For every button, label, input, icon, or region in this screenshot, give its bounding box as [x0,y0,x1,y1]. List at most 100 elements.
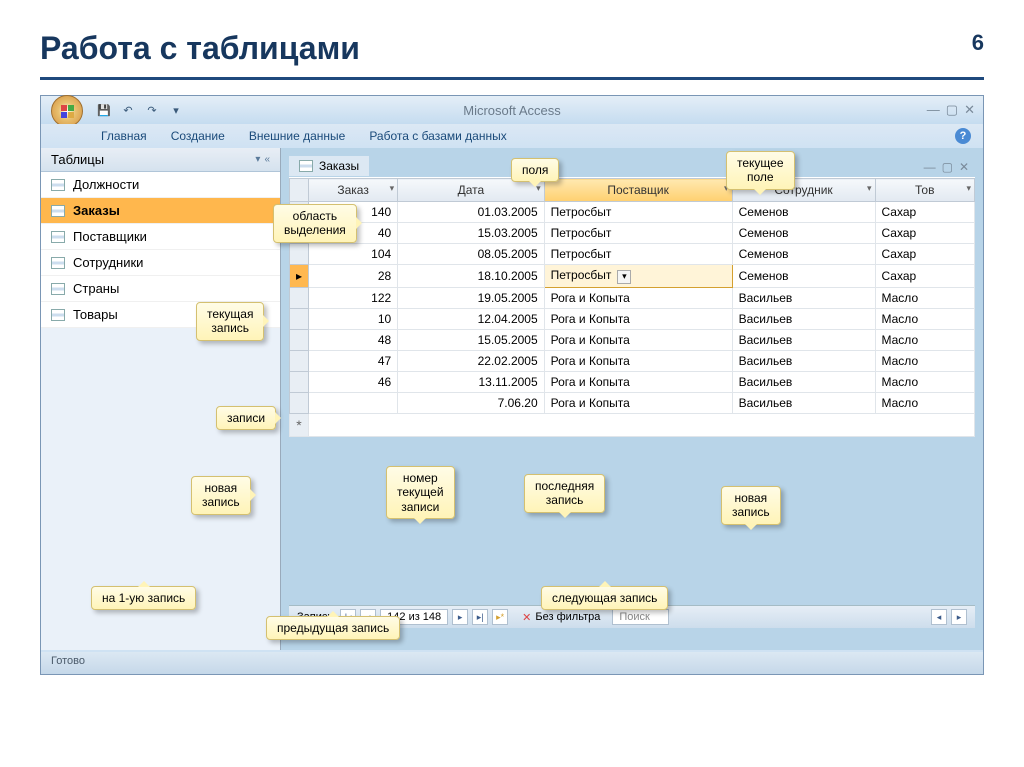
redo-icon[interactable]: ↷ [143,101,161,119]
scroll-left-icon[interactable]: ◂ [931,609,947,625]
cell[interactable]: 08.05.2005 [398,244,544,265]
cell[interactable]: Семенов [732,244,875,265]
row-selector[interactable] [290,287,309,308]
cell[interactable]: 46 [309,371,398,392]
table-row[interactable]: 4815.05.2005Рога и КопытаВасильевМасло [290,329,975,350]
cell[interactable]: Семенов [732,265,875,288]
row-selector[interactable] [290,308,309,329]
select-all-corner[interactable] [290,179,309,202]
cell[interactable]: Масло [875,329,975,350]
navpane-item[interactable]: Должности [41,172,280,198]
cell[interactable]: Рога и Копыта [544,392,732,413]
cell[interactable]: Масло [875,308,975,329]
cell[interactable] [309,392,398,413]
cell[interactable]: Рога и Копыта [544,308,732,329]
last-record-button[interactable]: ▸| [472,609,488,625]
cell[interactable]: Сахар [875,202,975,223]
new-record-button[interactable]: ▸* [492,609,508,625]
navpane-item[interactable]: Страны [41,276,280,302]
next-record-button[interactable]: ▸ [452,609,468,625]
cell[interactable]: Васильев [732,329,875,350]
navpane-item[interactable]: Заказы [41,198,280,224]
cell[interactable]: 22.02.2005 [398,350,544,371]
column-header[interactable]: Тов▾ [875,179,975,202]
cell[interactable]: Масло [875,371,975,392]
navpane-header[interactable]: Таблицы ▾« [41,148,280,172]
cell[interactable]: 19.05.2005 [398,287,544,308]
filter-indicator[interactable]: ✕Без фильтра [522,611,600,624]
row-selector[interactable] [290,244,309,265]
row-selector[interactable] [290,329,309,350]
dropdown-icon[interactable]: ▾ [255,154,260,165]
table-tab[interactable]: Заказы [289,156,369,176]
help-icon[interactable]: ? [955,128,971,144]
cell[interactable]: 28 [309,265,398,288]
ribbon-tab[interactable]: Внешние данные [249,129,346,143]
office-button[interactable] [51,95,83,127]
cell[interactable]: Рога и Копыта [544,329,732,350]
scroll-right-icon[interactable]: ▸ [951,609,967,625]
collapse-icon[interactable]: « [264,154,270,165]
cell[interactable]: Масло [875,392,975,413]
cell[interactable]: Сахар [875,244,975,265]
cell[interactable]: Петросбыт [544,244,732,265]
cell[interactable]: Васильев [732,392,875,413]
column-header[interactable]: Поставщик▾ [544,179,732,202]
cell[interactable]: Семенов [732,202,875,223]
cell[interactable]: 104 [309,244,398,265]
new-record-row[interactable]: * [290,413,975,436]
table-row[interactable]: ▸2818.10.2005Петросбыт▾СеменовСахар [290,265,975,288]
cell[interactable]: Сахар [875,265,975,288]
cell[interactable]: Васильев [732,287,875,308]
table-row[interactable]: 14001.03.2005ПетросбытСеменовСахар [290,202,975,223]
cell[interactable]: Масло [875,350,975,371]
cell[interactable]: Васильев [732,371,875,392]
navpane-item[interactable]: Поставщики [41,224,280,250]
row-selector[interactable] [290,371,309,392]
row-selector[interactable] [290,350,309,371]
undo-icon[interactable]: ↶ [119,101,137,119]
cell[interactable]: Петросбыт [544,223,732,244]
cell[interactable]: 18.10.2005 [398,265,544,288]
ribbon-tab[interactable]: Главная [101,129,147,143]
cell[interactable]: 15.03.2005 [398,223,544,244]
cell[interactable]: Семенов [732,223,875,244]
cell[interactable]: 47 [309,350,398,371]
row-selector[interactable]: ▸ [290,265,309,288]
data-grid[interactable]: Заказ▾Дата▾Поставщик▾Сотрудник▾Тов▾14001… [289,177,975,437]
cell[interactable]: 122 [309,287,398,308]
cell[interactable]: Петросбыт [544,202,732,223]
save-icon[interactable]: 💾 [95,101,113,119]
table-row[interactable]: 10408.05.2005ПетросбытСеменовСахар [290,244,975,265]
cell[interactable]: 7.06.20 [398,392,544,413]
cell[interactable]: Масло [875,287,975,308]
cell[interactable]: Сахар [875,223,975,244]
table-row[interactable]: 4015.03.2005ПетросбытСеменовСахар [290,223,975,244]
qat-dropdown-icon[interactable]: ▾ [167,101,185,119]
cell[interactable]: 48 [309,329,398,350]
table-row[interactable]: 4613.11.2005Рога и КопытаВасильевМасло [290,371,975,392]
tab-minimize-icon[interactable]: — [924,160,936,174]
cell[interactable]: 15.05.2005 [398,329,544,350]
minimize-icon[interactable]: — [927,102,940,118]
cell[interactable]: Рога и Копыта [544,371,732,392]
table-row[interactable]: 1012.04.2005Рога и КопытаВасильевМасло [290,308,975,329]
cell[interactable]: Петросбыт▾ [544,265,732,288]
table-row[interactable]: 4722.02.2005Рога и КопытаВасильевМасло [290,350,975,371]
search-input[interactable]: Поиск [612,609,668,625]
cell[interactable]: Рога и Копыта [544,287,732,308]
tab-maximize-icon[interactable]: ▢ [942,160,953,174]
cell[interactable]: Васильев [732,350,875,371]
cell[interactable]: 10 [309,308,398,329]
cell[interactable]: Рога и Копыта [544,350,732,371]
row-selector[interactable] [290,392,309,413]
cell[interactable]: 12.04.2005 [398,308,544,329]
cell[interactable]: Васильев [732,308,875,329]
table-row[interactable]: 7.06.20Рога и КопытаВасильевМасло [290,392,975,413]
maximize-icon[interactable]: ▢ [946,102,958,118]
close-icon[interactable]: ✕ [964,102,975,118]
cell[interactable]: 01.03.2005 [398,202,544,223]
table-row[interactable]: 12219.05.2005Рога и КопытаВасильевМасло [290,287,975,308]
navpane-item[interactable]: Сотрудники [41,250,280,276]
dropdown-icon[interactable]: ▾ [617,270,631,284]
